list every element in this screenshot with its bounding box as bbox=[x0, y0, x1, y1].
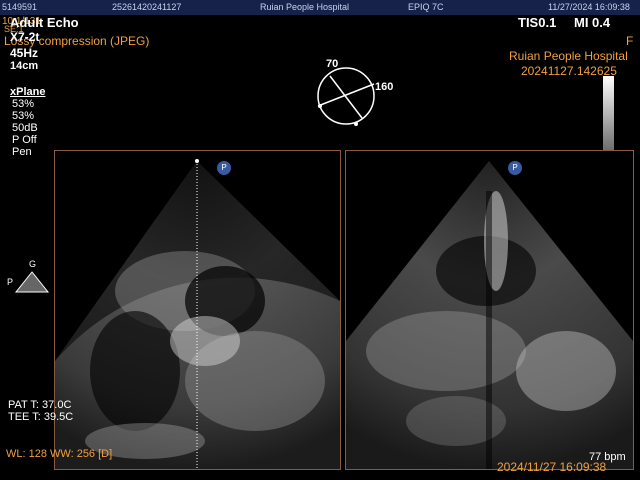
dicom-header-bar: 5149591 25261420241127 Ruian People Hosp… bbox=[0, 0, 640, 15]
xplane-dynamic-range: 50dB bbox=[12, 122, 38, 134]
xplane-gain-2: 53% bbox=[12, 110, 35, 122]
frame-rate: 45Hz bbox=[10, 46, 39, 60]
orientation-marker-right: P bbox=[508, 161, 522, 175]
header-datetime: 11/27/2024 16:09:38 bbox=[548, 2, 630, 12]
orient-top: G bbox=[29, 259, 37, 269]
exam-id: 25261420241127 bbox=[112, 2, 182, 12]
footer-timestamp: 2024/11/27 16:09:38 bbox=[497, 460, 607, 474]
xplane-pen: Pen bbox=[12, 146, 32, 158]
tee-temperature: TEE T: 39.5C bbox=[8, 411, 74, 423]
xplane-power: P Off bbox=[12, 134, 37, 146]
xplane-title: xPlane bbox=[10, 86, 46, 98]
xplane-gain-1: 53% bbox=[12, 98, 35, 110]
angle-line-secondary bbox=[317, 83, 375, 107]
device-name: EPIQ 7C bbox=[408, 2, 444, 12]
plane-angle-indicator bbox=[317, 67, 375, 126]
angle-secondary: 160 bbox=[375, 81, 394, 93]
angle-primary: 70 bbox=[326, 58, 339, 70]
orientation-marker-left: P bbox=[217, 161, 231, 175]
orient-left: P bbox=[7, 277, 14, 287]
angle-dot-bottom bbox=[354, 122, 358, 126]
probe-name: X7-2t bbox=[10, 30, 40, 44]
primary-sector-image bbox=[55, 159, 340, 469]
angle-line-primary bbox=[329, 75, 363, 119]
right-hospital: Ruian People Hospital bbox=[509, 49, 628, 63]
patient-temperature: PAT T: 37.0C bbox=[8, 399, 72, 411]
patient-id: 5149591 bbox=[2, 2, 38, 12]
window-level: WL: 128 WW: 256 [D] bbox=[6, 448, 113, 460]
depth: 14cm bbox=[10, 60, 39, 72]
focus-flag: F bbox=[626, 34, 634, 48]
secondary-sector-image bbox=[346, 161, 633, 469]
orientation-triangle-icon bbox=[14, 271, 50, 293]
primary-plane-viewport[interactable]: P bbox=[54, 150, 341, 470]
secondary-plane-viewport[interactable]: P bbox=[345, 150, 634, 470]
mi-value: MI 0.4 bbox=[574, 15, 611, 30]
hospital-name: Ruian People Hospital bbox=[260, 2, 350, 12]
tis-value: TIS0.1 bbox=[518, 15, 557, 30]
angle-dot-left bbox=[318, 104, 322, 108]
